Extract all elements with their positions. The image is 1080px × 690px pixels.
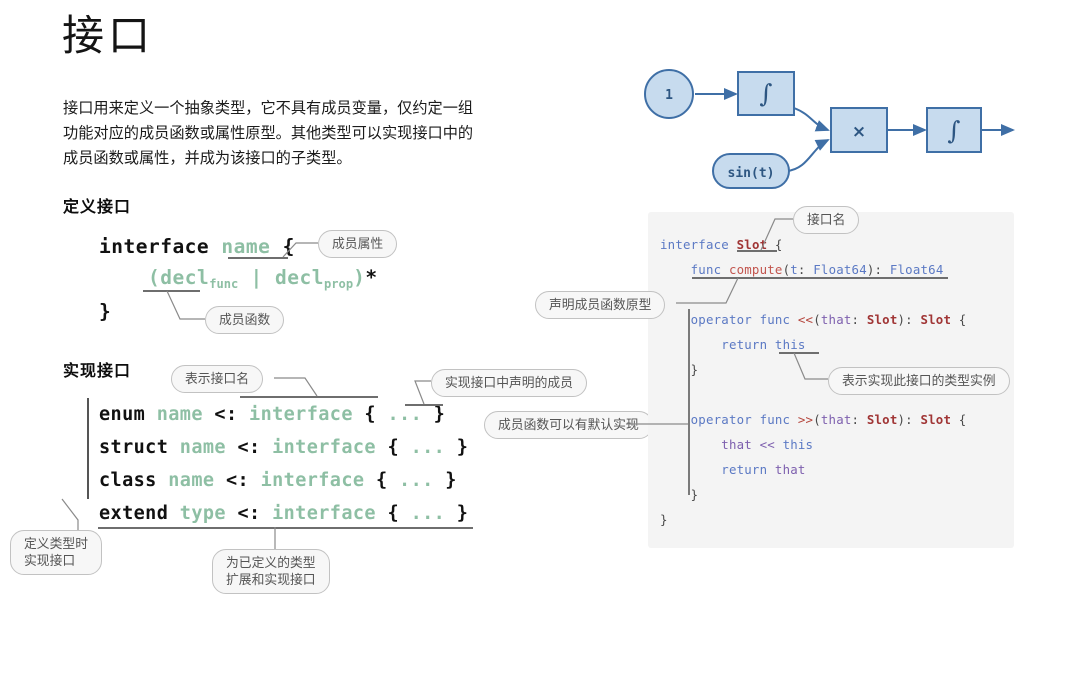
node-integral-1: [737, 71, 795, 116]
impl-op: <:: [237, 503, 261, 524]
callout-extend-existing: 为已定义的类型 扩展和实现接口: [212, 549, 330, 594]
callout-implement-members: 实现接口中声明的成员: [431, 369, 587, 397]
impl-group-bracket: [87, 398, 89, 499]
underline-member-property: [228, 257, 288, 259]
impl-keyword: extend: [99, 503, 169, 524]
underline-implement-members: [405, 404, 443, 406]
underline-interface-name: [240, 396, 378, 398]
section-heading-define: 定义接口: [63, 199, 132, 216]
node-multiply-label: ×: [852, 122, 866, 142]
token-interface: interface: [99, 235, 210, 258]
code-line: }: [660, 487, 699, 502]
impl-interface: interface: [260, 470, 365, 491]
node-sine-source: [712, 153, 790, 189]
underline-compute-prototype: [692, 277, 948, 279]
code-line: that << this: [721, 437, 814, 452]
node-multiply: [830, 107, 888, 153]
node-sine-source-label: sin(t): [728, 166, 775, 181]
underline-slot-name: [737, 250, 777, 252]
callout-interface-name-right: 接口名: [793, 206, 860, 234]
code-line: }: [660, 362, 699, 377]
code-line: operator func <<(that: Slot): Slot {: [690, 312, 967, 327]
impl-row: extend type <: interface { ... }: [99, 503, 469, 524]
impl-op: <:: [237, 437, 261, 458]
edge-integral1-to-multiply: [793, 107, 830, 132]
underline-extend-row: [98, 527, 473, 529]
impl-keyword: class: [99, 470, 157, 491]
impl-interface: interface: [272, 503, 376, 524]
impl-row: enum name <: interface { ... }: [99, 404, 446, 425]
node-const-one: [644, 69, 694, 119]
token-brace-open: {: [282, 235, 295, 258]
underline-member-function: [143, 290, 200, 292]
impl-interface: interface: [249, 404, 353, 425]
node-const-one-label: 1: [665, 88, 673, 103]
section-heading-implement: 实现接口: [63, 363, 132, 380]
impl-name: name: [179, 437, 226, 458]
token-sub-prop: prop: [324, 277, 354, 291]
callout-default-impl-left: 成员函数可以有默认实现: [484, 411, 653, 439]
node-integral-2-label: ∫: [947, 116, 960, 145]
callout-define-time: 定义类型时 实现接口: [10, 530, 102, 575]
code-line: func compute(t: Float64): Float64: [690, 262, 944, 277]
callout-member-property: 成员属性: [318, 230, 398, 258]
token-star: *: [365, 266, 378, 289]
impl-keyword: struct: [99, 437, 169, 458]
connector-define-time: [61, 498, 79, 530]
code-line: return this: [721, 337, 806, 352]
token-brace-close: }: [99, 300, 112, 323]
token-pipe: |: [250, 266, 263, 289]
page-title: 接口: [62, 14, 155, 60]
node-integral-1-label: ∫: [759, 79, 772, 108]
impl-name: name: [156, 404, 203, 425]
impl-keyword: enum: [99, 404, 146, 425]
edge-sin-to-multiply: [786, 139, 830, 172]
code-line: operator func >>(that: Slot): Slot {: [690, 412, 967, 427]
impl-name: type: [179, 503, 226, 524]
impl-interface: interface: [272, 437, 376, 458]
token-decl-func: decl: [160, 266, 210, 289]
implement-code-block: enum name <: interface { ... } struct na…: [99, 398, 468, 530]
impl-row: struct name <: interface { ... }: [99, 437, 469, 458]
callout-this-instance: 表示实现此接口的类型实例: [828, 367, 1010, 395]
code-line: return that: [721, 462, 806, 477]
node-integral-2: [926, 107, 982, 153]
token-paren-open: (: [147, 266, 161, 289]
token-sub-func: func: [209, 277, 239, 291]
token-paren-close: ): [353, 266, 366, 289]
callout-interface-name-left: 表示接口名: [171, 365, 263, 393]
impl-row: class name <: interface { ... }: [99, 470, 457, 491]
impl-name: name: [168, 470, 215, 491]
intro-paragraph: 接口用来定义一个抽象类型，它不具有成员变量，仅约定一组 功能对应的成员函数或属性…: [63, 100, 474, 167]
impl-op: <:: [214, 404, 238, 425]
impl-op: <:: [225, 470, 250, 491]
token-name: name: [221, 235, 271, 258]
callout-member-function: 成员函数: [205, 306, 285, 334]
code-line: }: [660, 512, 668, 527]
connector-interface-name-left: [274, 377, 318, 397]
underline-this-keyword: [779, 352, 819, 354]
token-decl-prop: decl: [275, 266, 324, 289]
callout-declare-prototype: 声明成员函数原型: [535, 291, 666, 319]
